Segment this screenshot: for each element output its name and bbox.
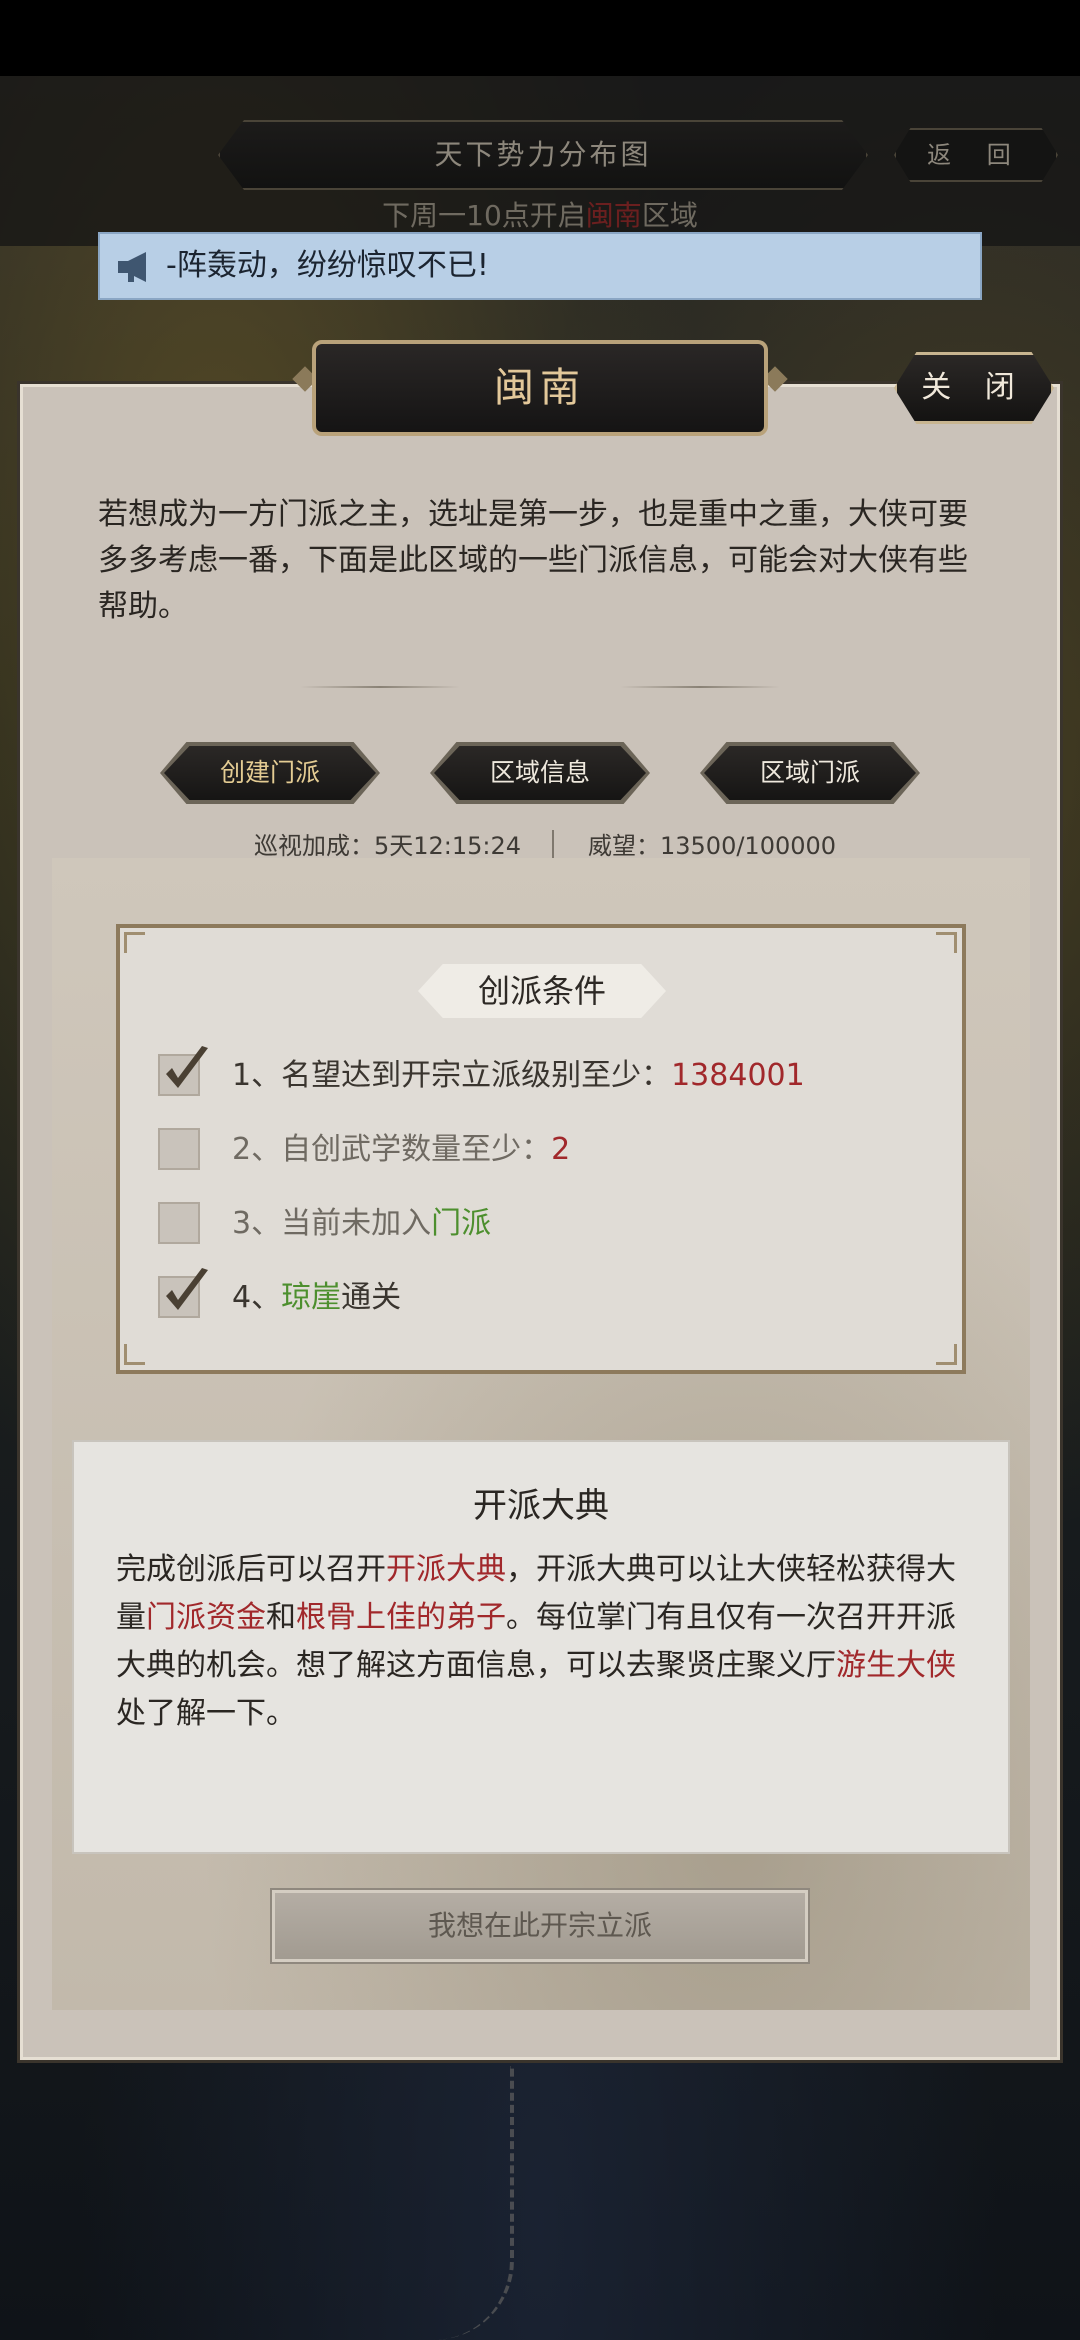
ceremony-title: 开派大典 xyxy=(473,1486,609,1526)
divider-left xyxy=(300,686,460,688)
condition-highlight: 1384001 xyxy=(671,1058,805,1093)
ceremony-text: 和 xyxy=(266,1600,296,1635)
tab-create-sect[interactable]: 创建门派 xyxy=(160,742,380,804)
status-bar-area xyxy=(0,0,1080,76)
checkbox-checked xyxy=(158,1046,208,1096)
ceremony-npc-link: 游生大侠 xyxy=(836,1648,956,1683)
marquee-text: -阵轰动，纷纷惊叹不已! xyxy=(166,248,489,283)
ceremony-highlight: 门派资金 xyxy=(146,1600,266,1635)
notice-region: 闽南 xyxy=(585,199,642,232)
condition-text: 3、当前未加入门派 xyxy=(232,1198,491,1250)
condition-suffix: 通关 xyxy=(341,1280,402,1315)
map-title: 天下势力分布图 xyxy=(218,120,868,190)
ceremony-highlight: 根骨上佳的弟子 xyxy=(296,1600,506,1635)
corner-ornament xyxy=(124,932,145,953)
checkmark-icon xyxy=(166,1046,208,1088)
tab-region-sects[interactable]: 区域门派 xyxy=(700,742,920,804)
map-route-line xyxy=(430,2066,514,2340)
tab-region-info[interactable]: 区域信息 xyxy=(430,742,650,804)
tab-label: 创建门派 xyxy=(164,746,376,800)
ceremony-description: 完成创派后可以召开开派大典，开派大典可以让大侠轻松获得大量门派资金和根骨上佳的弟… xyxy=(116,1546,966,1738)
region-open-notice: 下周一10点开启闽南区域 xyxy=(0,194,1080,234)
checkmark-icon xyxy=(166,1268,208,1310)
corner-ornament xyxy=(936,1344,957,1365)
condition-text: 1、名望达到开宗立派级别至少：1384001 xyxy=(232,1050,805,1102)
ceremony-text: 完成创派后可以召开 xyxy=(116,1552,386,1587)
condition-text: 4、琼崖通关 xyxy=(232,1272,401,1324)
found-sect-button[interactable]: 我想在此开宗立派 xyxy=(270,1888,810,1964)
checkbox-unchecked xyxy=(158,1128,200,1170)
condition-highlight: 琼崖 xyxy=(281,1280,342,1315)
checkbox-unchecked xyxy=(158,1202,200,1244)
condition-highlight: 门派 xyxy=(431,1206,492,1241)
close-button[interactable]: 关 闭 xyxy=(894,352,1054,424)
ceremony-text: 处了解一下。 xyxy=(116,1696,296,1731)
patrol-bonus: 巡视加成：5天12:15:24 xyxy=(254,832,522,860)
condition-highlight: 2 xyxy=(551,1132,571,1167)
condition-text: 2、自创武学数量至少：2 xyxy=(232,1124,570,1176)
condition-prefix: 4、 xyxy=(232,1280,282,1315)
notice-suffix: 区域 xyxy=(641,199,698,232)
back-button[interactable]: 返 回 xyxy=(894,128,1058,182)
panel-intro-text: 若想成为一方门派之主，选址是第一步，也是重中之重，大侠可要多多考虑一番，下面是此… xyxy=(98,497,968,624)
stats-separator xyxy=(552,830,554,858)
ceremony-highlight: 开派大典 xyxy=(386,1552,506,1587)
condition-prefix: 2、自创武学数量至少： xyxy=(232,1132,552,1167)
panel-title: 闽南 xyxy=(312,340,768,436)
tab-label: 区域门派 xyxy=(704,746,916,800)
broadcast-marquee: -阵轰动，纷纷惊叹不已! xyxy=(98,232,982,300)
notice-prefix: 下周一10点开启 xyxy=(382,199,586,232)
megaphone-icon xyxy=(118,252,146,282)
checkbox-checked xyxy=(158,1268,208,1318)
condition-prefix: 3、当前未加入 xyxy=(232,1206,432,1241)
corner-ornament xyxy=(124,1344,145,1365)
divider-right xyxy=(620,686,780,688)
condition-prefix: 1、名望达到开宗立派级别至少： xyxy=(232,1058,672,1093)
corner-ornament xyxy=(936,932,957,953)
tab-label: 区域信息 xyxy=(434,746,646,800)
conditions-title: 创派条件 xyxy=(418,964,666,1018)
prestige-value: 威望：13500/100000 xyxy=(588,832,837,860)
